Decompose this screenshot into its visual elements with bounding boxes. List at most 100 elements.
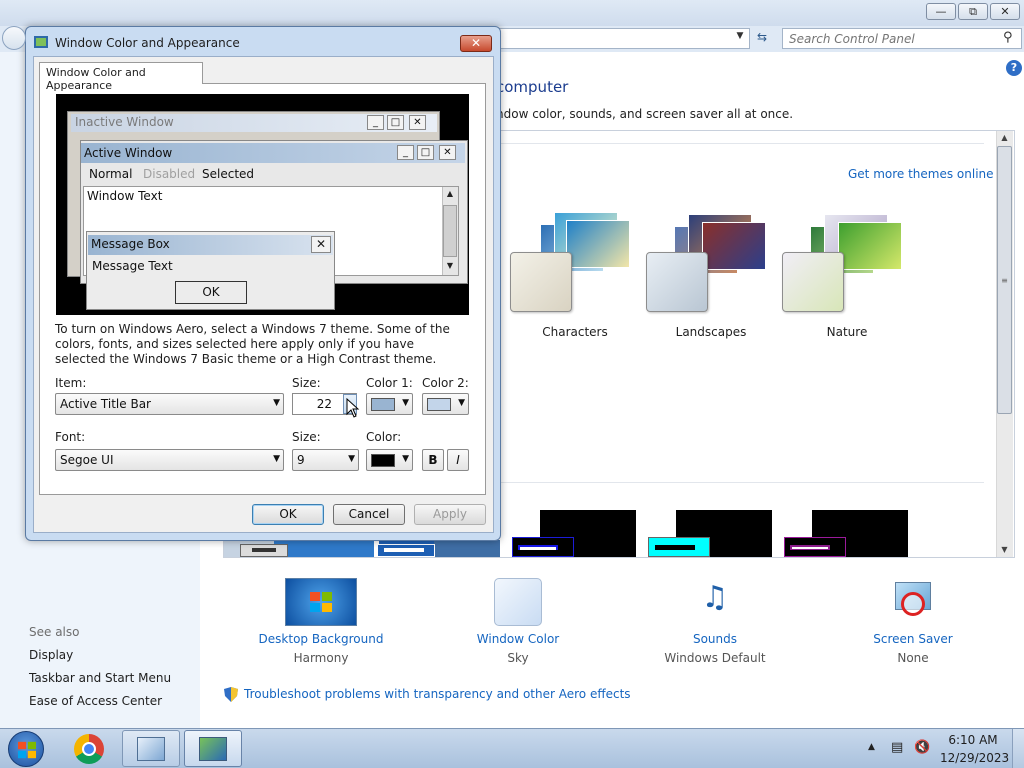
- preview-ok-button[interactable]: OK: [175, 281, 247, 304]
- dialog-title: Window Color and Appearance: [55, 36, 240, 50]
- theme-nature[interactable]: Nature: [782, 200, 912, 339]
- preview-scroll-down-icon: ▼: [446, 261, 454, 270]
- tray-expand-icon[interactable]: ▲: [868, 742, 875, 752]
- window-color-value: Sky: [507, 651, 529, 665]
- sounds-value: Windows Default: [664, 651, 766, 665]
- tab-window-color-appearance[interactable]: Window Color and Appearance: [39, 62, 203, 92]
- bold-button[interactable]: B: [422, 449, 444, 471]
- scroll-down-arrow-icon[interactable]: ▼: [997, 545, 1012, 554]
- ok-button[interactable]: OK: [252, 504, 324, 525]
- back-button[interactable]: [2, 26, 26, 50]
- preview-menu-normal[interactable]: Normal: [89, 167, 132, 181]
- clock-time[interactable]: 6:10 AM: [944, 733, 1002, 747]
- preview-minimize-icon: _: [397, 145, 414, 160]
- chevron-down-icon: ▼: [402, 398, 409, 408]
- desktop-background-value: Harmony: [293, 651, 349, 665]
- apply-button[interactable]: Apply: [414, 504, 486, 525]
- color1-label: Color 1:: [366, 376, 413, 390]
- window-color-app-icon: [199, 737, 227, 761]
- dialog-close-button[interactable]: ✕: [460, 35, 492, 52]
- font-color-label: Color:: [366, 430, 402, 444]
- size-label: Size:: [292, 376, 321, 390]
- scroll-up-arrow-icon[interactable]: ▲: [997, 133, 1012, 142]
- windows-logo-icon: [310, 592, 332, 612]
- color1-picker[interactable]: ▼: [366, 393, 413, 415]
- font-size-select[interactable]: 9 ▼: [292, 449, 359, 471]
- desktop-background-item[interactable]: Desktop Background Harmony: [246, 578, 396, 665]
- screen-saver-icon: [889, 578, 937, 626]
- cancel-button[interactable]: Cancel: [333, 504, 405, 525]
- taskbar-chrome[interactable]: [66, 730, 112, 767]
- screen-saver-link[interactable]: Screen Saver: [838, 632, 988, 646]
- theme-preview-image: [702, 222, 766, 270]
- sounds-link[interactable]: Sounds: [640, 632, 790, 646]
- start-button[interactable]: [8, 731, 44, 767]
- preview-message-box-title: Message Box: [91, 237, 170, 251]
- item-select[interactable]: Active Title Bar ▼: [55, 393, 284, 415]
- font-color-picker[interactable]: ▼: [366, 449, 413, 471]
- search-icon[interactable]: ⚲: [1003, 30, 1013, 45]
- italic-button[interactable]: I: [447, 449, 469, 471]
- troubleshoot-link[interactable]: Troubleshoot problems with transparency …: [244, 687, 631, 701]
- sounds-item[interactable]: ♫ Sounds Windows Default: [640, 578, 790, 665]
- window-color-app-icon: [34, 36, 48, 48]
- window-color-icon: [494, 578, 542, 626]
- chevron-down-icon: ▼: [458, 398, 465, 408]
- help-icon[interactable]: ?: [1006, 60, 1022, 76]
- show-desktop-button[interactable]: [1012, 729, 1024, 768]
- volume-muted-icon[interactable]: 🔇: [914, 740, 930, 755]
- preview-inactive-title: Inactive Window: [75, 115, 174, 129]
- restore-button[interactable]: ⧉: [958, 3, 988, 20]
- desktop-background-icon: [285, 578, 357, 626]
- window-color-link[interactable]: Window Color: [443, 632, 593, 646]
- taskbar-start-menu-link[interactable]: Taskbar and Start Menu: [29, 671, 171, 685]
- item-label: Item:: [55, 376, 87, 390]
- font-size-value: 9: [297, 453, 305, 467]
- preview-minimize-icon: _: [367, 115, 384, 130]
- preview-menu-selected[interactable]: Selected: [202, 167, 254, 181]
- theme-thumbnail: [646, 252, 708, 312]
- preview-scrollbar-thumb: [443, 205, 457, 257]
- divider: [500, 143, 984, 144]
- screen-saver-value: None: [897, 651, 929, 665]
- refresh-icon[interactable]: ⇆: [752, 30, 772, 47]
- preview-close-icon: ✕: [439, 145, 456, 160]
- preview-menu-disabled[interactable]: Disabled: [143, 167, 195, 181]
- taskbar-window-color[interactable]: [184, 730, 242, 767]
- preview-scroll-up-icon: ▲: [446, 189, 454, 198]
- font-label: Font:: [55, 430, 86, 444]
- get-more-themes-link[interactable]: Get more themes online: [848, 167, 994, 181]
- desktop-background-link[interactable]: Desktop Background: [246, 632, 396, 646]
- font-select[interactable]: Segoe UI ▼: [55, 449, 284, 471]
- window-color-item[interactable]: Window Color Sky: [443, 578, 593, 665]
- network-icon[interactable]: ▤: [891, 740, 903, 755]
- font-select-value: Segoe UI: [60, 453, 114, 467]
- shield-icon: [224, 687, 238, 702]
- close-button[interactable]: ✕: [990, 3, 1020, 20]
- preview-active-title: Active Window: [84, 146, 173, 160]
- theme-landscapes[interactable]: Landscapes: [646, 200, 776, 339]
- theme-preview-image: [566, 220, 630, 268]
- theme-color-bar: [384, 548, 424, 552]
- clock-date[interactable]: 12/29/2023: [940, 751, 1009, 765]
- font-size-label: Size:: [292, 430, 321, 444]
- search-input[interactable]: [782, 28, 1022, 49]
- aero-explanation: To turn on Windows Aero, select a Window…: [55, 322, 450, 366]
- color2-picker[interactable]: ▼: [422, 393, 469, 415]
- ease-of-access-link[interactable]: Ease of Access Center: [29, 694, 162, 708]
- sounds-icon: ♫: [701, 580, 729, 615]
- address-dropdown-icon[interactable]: ▼: [734, 31, 746, 45]
- minimize-button[interactable]: —: [926, 3, 956, 20]
- screen-saver-item[interactable]: Screen Saver None: [838, 578, 988, 665]
- control-panel-icon: [137, 737, 165, 761]
- display-link[interactable]: Display: [29, 648, 73, 662]
- theme-thumbnail: [510, 252, 572, 312]
- mouse-cursor-icon: [346, 398, 360, 418]
- windows-logo-icon: [18, 741, 36, 759]
- taskbar-control-panel[interactable]: [122, 730, 180, 767]
- chrome-icon: [74, 734, 104, 764]
- page-subtext: ndow color, sounds, and screen saver all…: [496, 107, 794, 121]
- preview-message-close-icon: ✕: [311, 236, 331, 253]
- preview-close-icon: ✕: [409, 115, 426, 130]
- theme-characters[interactable]: Characters: [510, 200, 640, 339]
